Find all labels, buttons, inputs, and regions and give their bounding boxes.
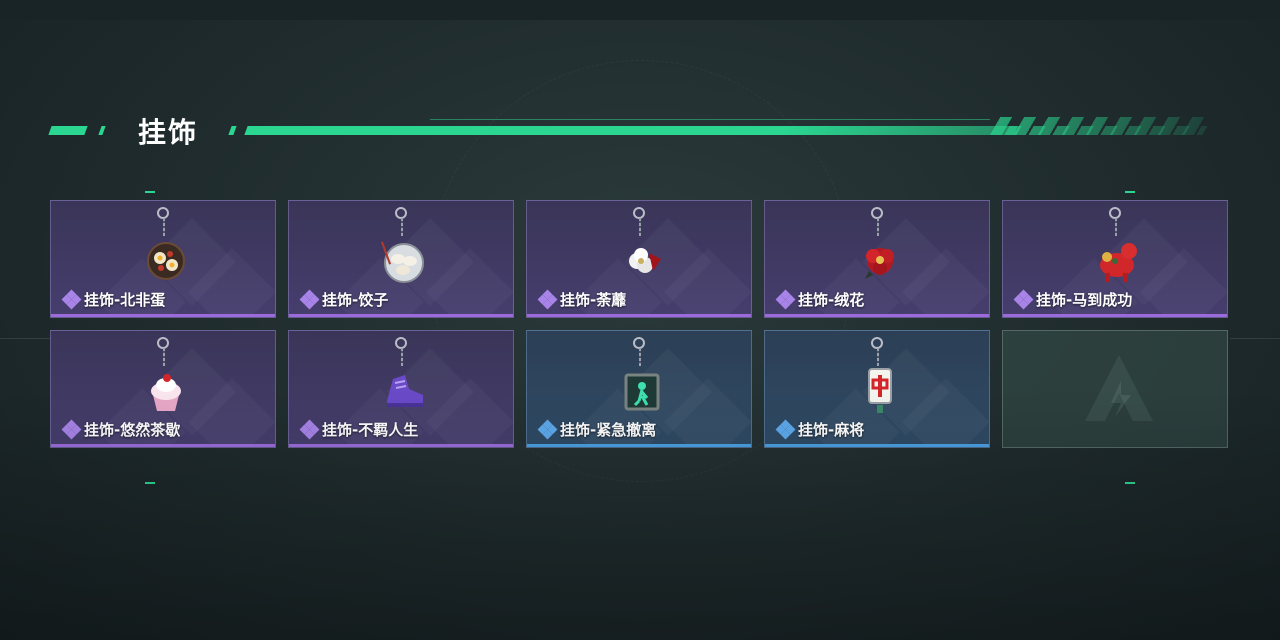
charm-item-label: 挂饰-北非蛋 — [61, 289, 166, 310]
rarity-diamond-icon — [61, 289, 82, 309]
header-progress-stripe — [244, 126, 1018, 135]
charm-item-name: 挂饰-北非蛋 — [84, 291, 166, 309]
rarity-bar — [1003, 314, 1227, 317]
rarity-bar — [527, 314, 751, 317]
corner-tick — [1125, 482, 1135, 484]
rarity-diamond-icon — [537, 419, 558, 439]
rarity-bar — [527, 444, 751, 447]
charm-item-card[interactable]: 挂饰-马到成功 — [1002, 200, 1228, 318]
rarity-diamond-icon — [61, 419, 82, 439]
charm-item-card[interactable]: 挂饰-悠然茶歇 — [50, 330, 276, 448]
charm-item-name: 挂饰-紧急撤离 — [560, 421, 657, 439]
charm-item-name: 挂饰-马到成功 — [1036, 291, 1133, 309]
charm-item-name: 挂饰-绒花 — [798, 291, 865, 309]
game-logo-placeholder-icon — [1085, 355, 1153, 421]
charm-item-label: 挂饰-紧急撤离 — [537, 419, 657, 440]
corner-tick — [1125, 191, 1135, 193]
rarity-bar — [51, 314, 275, 317]
side-guide-line — [0, 338, 50, 339]
header-checker-pattern — [992, 126, 1208, 135]
charm-item-label: 挂饰-绒花 — [775, 289, 865, 310]
charm-item-card[interactable]: 挂饰-不羁人生 — [288, 330, 514, 448]
charm-item-name: 挂饰-不羁人生 — [322, 421, 419, 439]
charm-item-name: 挂饰-悠然茶歇 — [84, 421, 181, 439]
rarity-bar — [289, 444, 513, 447]
rarity-diamond-icon — [299, 419, 320, 439]
header-dash — [228, 126, 237, 135]
section-header: 挂饰 — [48, 113, 1211, 149]
charm-item-name: 挂饰-荼蘼 — [560, 291, 627, 309]
charm-item-label: 挂饰-马到成功 — [1013, 289, 1133, 310]
charm-item-card[interactable]: 挂饰-北非蛋 — [50, 200, 276, 318]
charm-item-card[interactable]: 挂饰-饺子 — [288, 200, 514, 318]
charm-item-card[interactable]: 挂饰-麻将 — [764, 330, 990, 448]
side-guide-line — [1230, 338, 1280, 339]
top-strip — [0, 0, 1280, 20]
charm-item-card[interactable]: 挂饰-紧急撤离 — [526, 330, 752, 448]
header-dash — [48, 126, 88, 135]
rarity-diamond-icon — [537, 289, 558, 309]
header-dash — [98, 126, 106, 135]
charm-item-card[interactable]: 挂饰-荼蘼 — [526, 200, 752, 318]
charm-item-card[interactable]: 挂饰-绒花 — [764, 200, 990, 318]
charm-item-label: 挂饰-麻将 — [775, 419, 865, 440]
rarity-diamond-icon — [775, 289, 796, 309]
section-title: 挂饰 — [138, 116, 199, 149]
rarity-bar — [765, 444, 989, 447]
rarity-bar — [289, 314, 513, 317]
rarity-diamond-icon — [299, 289, 320, 309]
charm-item-label: 挂饰-悠然茶歇 — [61, 419, 181, 440]
charm-item-name: 挂饰-麻将 — [798, 421, 865, 439]
rarity-bar — [765, 314, 989, 317]
charm-item-name: 挂饰-饺子 — [322, 291, 389, 309]
rarity-bar — [51, 444, 275, 447]
corner-tick — [145, 482, 155, 484]
rarity-diamond-icon — [775, 419, 796, 439]
empty-charm-slot[interactable] — [1002, 330, 1228, 448]
charm-item-label: 挂饰-饺子 — [299, 289, 389, 310]
header-thin-line — [430, 119, 990, 120]
charm-item-label: 挂饰-荼蘼 — [537, 289, 627, 310]
rarity-diamond-icon — [1013, 289, 1034, 309]
corner-tick — [145, 191, 155, 193]
charm-item-label: 挂饰-不羁人生 — [299, 419, 419, 440]
